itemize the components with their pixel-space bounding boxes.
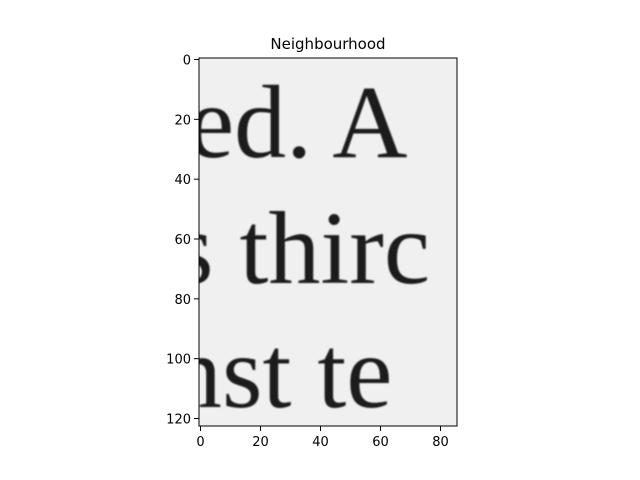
- x-tick-label: 20: [252, 435, 269, 450]
- x-tick-label: 60: [372, 435, 389, 450]
- y-tick-label: 20: [174, 113, 191, 128]
- figure: Neighbourhood ed. A s thirc nst te 0 20 40…: [166, 35, 458, 450]
- x-tick-label: 0: [196, 435, 204, 450]
- x-axis: 0 20 40 60 80: [196, 426, 449, 450]
- text-crop: ed. A s thirc nst te: [170, 65, 430, 430]
- image-area: ed. A s thirc nst te: [170, 58, 457, 430]
- y-tick-label: 60: [174, 233, 191, 248]
- y-tick-label: 100: [166, 353, 191, 368]
- y-tick-label: 40: [174, 173, 191, 188]
- text-row-1: ed. A: [188, 65, 408, 180]
- x-tick-label: 80: [432, 435, 449, 450]
- text-row-3: nst te: [170, 315, 392, 430]
- y-tick-label: 80: [174, 293, 191, 308]
- chart-title: Neighbourhood: [270, 35, 385, 53]
- text-row-2: s thirc: [173, 191, 430, 306]
- y-axis: 0 20 40 60 80 100 120: [166, 53, 199, 428]
- x-tick-label: 40: [312, 435, 329, 450]
- y-tick-label: 120: [166, 413, 191, 428]
- y-tick-label: 0: [183, 53, 191, 68]
